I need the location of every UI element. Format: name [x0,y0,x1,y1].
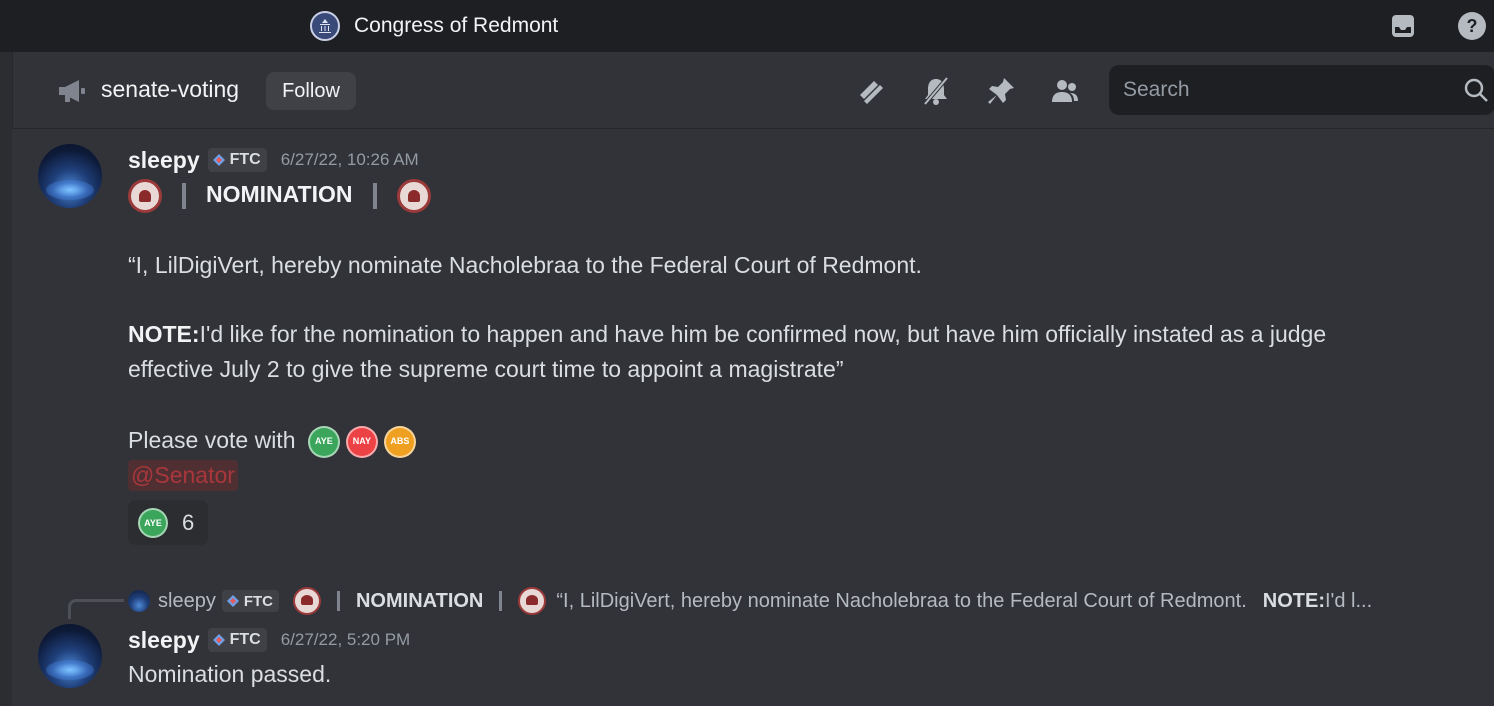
reaction-count: 6 [182,509,195,535]
senate-seal-icon [128,178,162,213]
announcement-icon [57,78,87,104]
nomination-title: NOMINATION [206,181,353,207]
help-icon[interactable]: ? [1457,11,1487,41]
note-line: NOTE:I'd like for the nomination to happ… [128,317,1326,352]
vote-prompt: Please vote with [128,427,296,453]
mute-icon[interactable] [919,74,953,108]
diamond-icon [212,634,225,646]
separator [499,591,503,611]
guild-tag-label: FTC [243,592,273,610]
reply-note-snippet: I'd l... [1324,589,1373,612]
abs-icon: ABS [383,425,416,458]
follow-button[interactable]: Follow [266,72,356,110]
search-icon [1463,77,1489,103]
message-header: sleepy FTC 6/27/22, 5:20 PM [128,625,410,655]
server-name: Congress of Redmont [354,14,559,37]
reply-note-label: NOTE: [1262,589,1325,612]
senate-seal-icon [518,587,547,615]
threads-icon[interactable] [855,74,889,108]
nomination-title-line: NOMINATION [128,176,431,213]
timestamp[interactable]: 6/27/22, 5:20 PM [281,630,410,650]
search-box[interactable]: Search [1109,65,1494,115]
reaction-aye[interactable]: AYE 6 [128,500,208,545]
separator [372,182,377,209]
message-header: sleepy FTC 6/27/22, 10:26 AM [128,145,419,175]
avatar[interactable] [38,624,102,688]
guild-tag[interactable]: FTC [207,628,267,652]
reply-title: NOMINATION [355,589,484,612]
note-label: NOTE: [128,321,200,347]
reply-preview[interactable]: sleepy FTC NOMINATION “I, LilDigiVert, h… [128,586,1458,616]
guild-tag-label: FTC [229,151,261,168]
separator [336,591,340,611]
guild-tag[interactable]: FTC [207,148,267,172]
channel-header: senate-voting Follow Search [12,52,1494,129]
diamond-icon [212,154,225,166]
nomination-quote: “I, LilDigiVert, hereby nominate Nachole… [128,252,922,278]
reply-connector [68,599,124,619]
guild-tag: FTC [221,590,279,612]
aye-icon: AYE [138,507,168,538]
pin-icon[interactable] [984,74,1018,108]
message-text: Nomination passed. [128,661,332,687]
svg-text:?: ? [1467,16,1478,36]
username[interactable]: sleepy [128,627,200,654]
reply-text: “I, LilDigiVert, hereby nominate Nachole… [556,589,1247,612]
avatar[interactable] [38,144,102,208]
title-bar: Congress of Redmont ? [0,0,1494,52]
role-mention[interactable]: @Senator [128,460,238,491]
username[interactable]: sleepy [128,147,200,174]
diamond-icon [226,595,239,607]
channel-name: senate-voting [101,76,240,102]
separator [182,182,186,209]
note-line-2: effective July 2 to give the supreme cou… [128,356,844,382]
reply-username[interactable]: sleepy [158,590,216,613]
capitol-icon [310,11,340,41]
members-icon[interactable] [1048,74,1082,108]
aye-icon: AYE [307,425,340,458]
inbox-icon[interactable] [1388,11,1418,41]
vote-line: Please vote with AYE NAY ABS [128,423,416,458]
guild-tag-label: FTC [229,631,261,648]
note-text: I'd like for the nomination to happen an… [199,321,1327,347]
timestamp[interactable]: 6/27/22, 10:26 AM [281,150,419,170]
senate-seal-icon [292,587,321,615]
reply-avatar [128,590,150,612]
sidebar-edge [0,52,12,706]
nay-icon: NAY [345,425,378,458]
server-header[interactable]: Congress of Redmont [310,9,558,43]
senate-seal-icon [396,178,431,213]
search-input[interactable]: Search [1123,78,1190,102]
